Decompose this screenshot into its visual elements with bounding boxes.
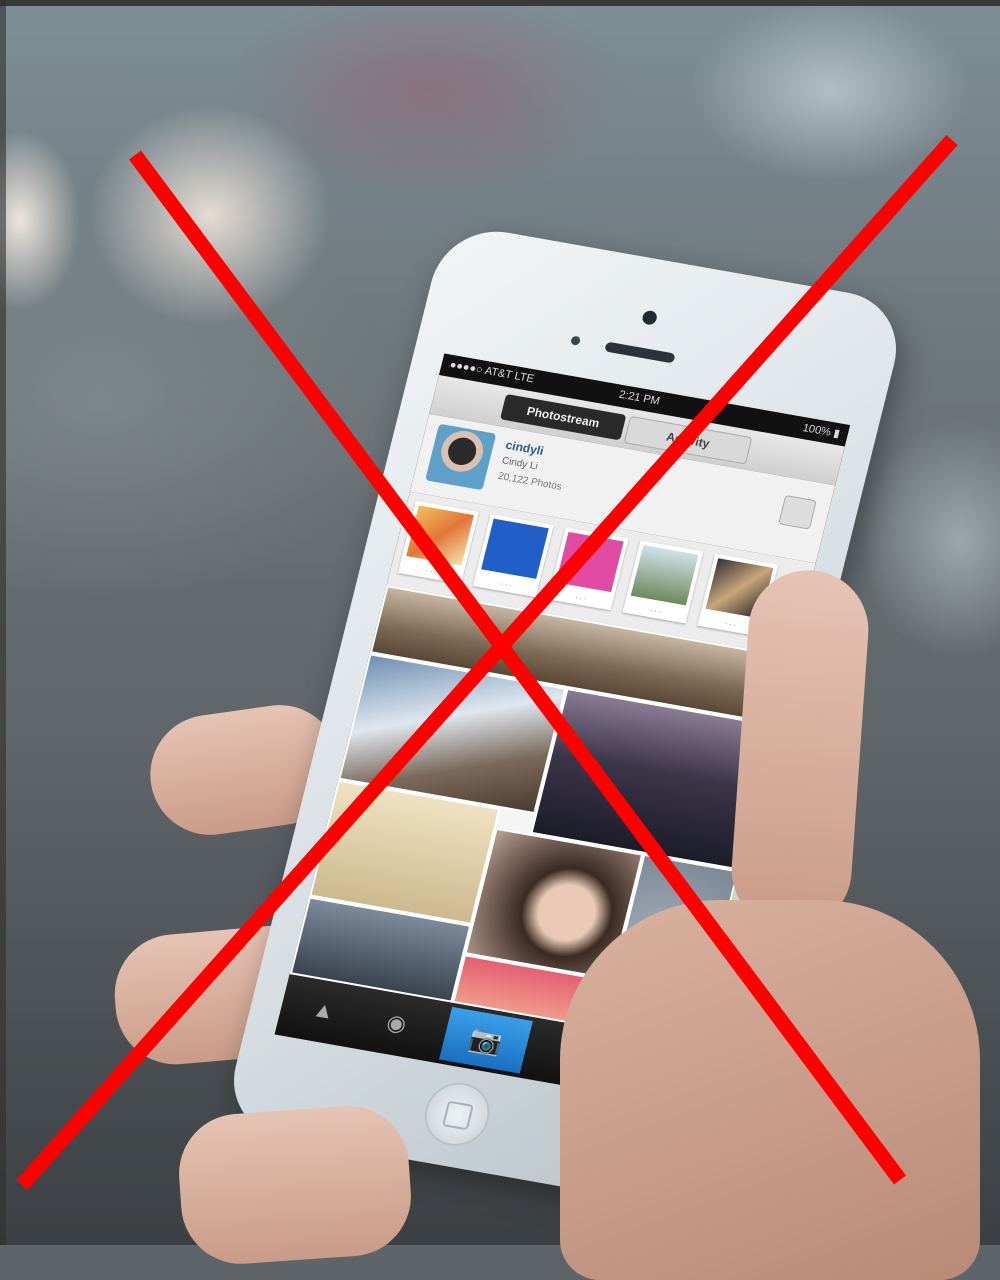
profile-photo-count: 20,122 Photos: [496, 470, 563, 493]
right-palm: [560, 900, 980, 1280]
front-camera: [641, 309, 659, 326]
album-thumb: · · ·: [397, 500, 479, 584]
home-button: [417, 1077, 497, 1152]
explore-icon: ◉: [384, 1009, 410, 1037]
proximity-sensor: [570, 335, 582, 346]
activity-icon: ▲: [310, 996, 338, 1025]
right-thumb: [727, 566, 873, 934]
earpiece-speaker: [604, 341, 676, 364]
album-thumb: · · ·: [547, 527, 629, 611]
album-thumb: · · ·: [472, 514, 554, 598]
grid-view-icon: [778, 494, 817, 530]
left-lower-finger: [175, 1102, 415, 1268]
profile-username: cindyli: [504, 437, 546, 459]
album-thumb: · · ·: [622, 540, 704, 624]
profile-full-name: Cindy Li: [500, 455, 539, 473]
avatar: [425, 423, 497, 491]
camera-icon: 📷: [439, 1006, 533, 1074]
